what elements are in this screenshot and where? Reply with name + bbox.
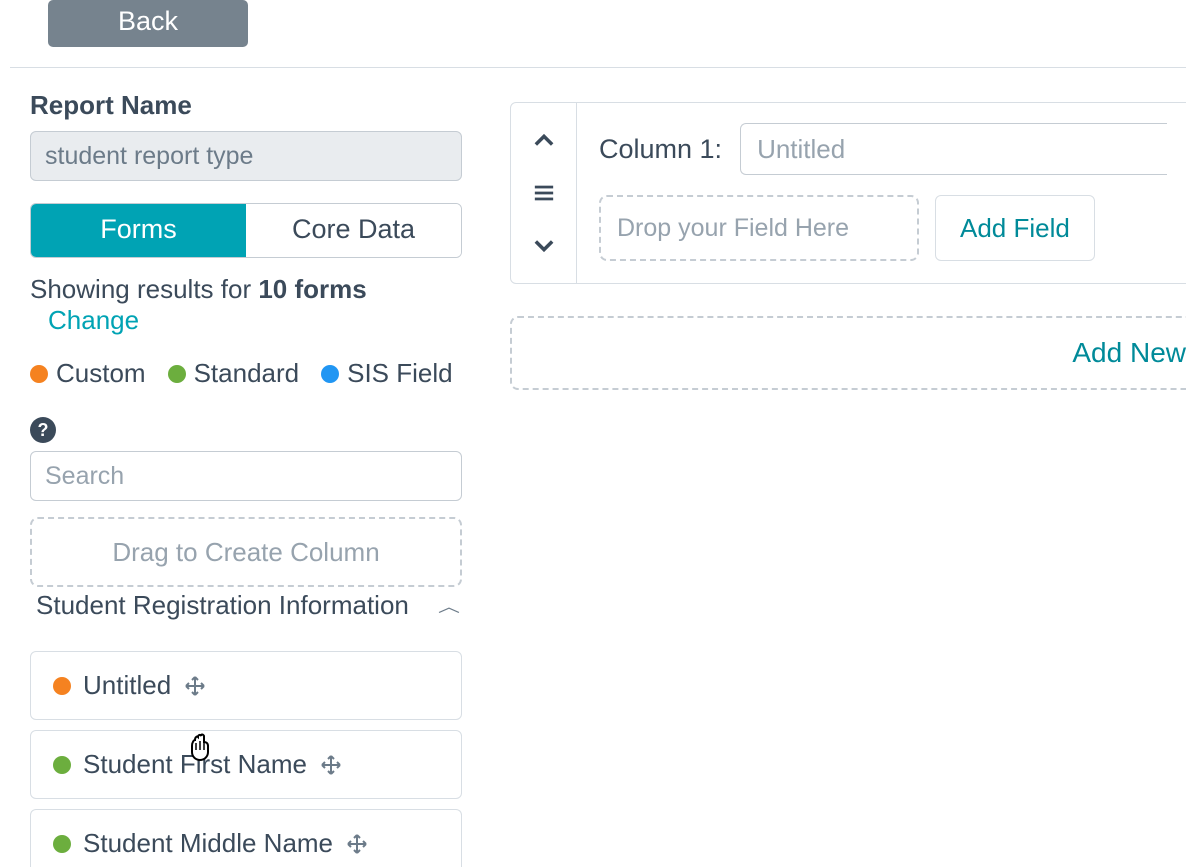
drop-field-zone[interactable]: Drop your Field Here	[599, 195, 919, 261]
legend: Custom Standard SIS Field	[30, 358, 462, 389]
change-link[interactable]: Change	[48, 305, 139, 335]
chevron-up-icon	[530, 127, 558, 155]
legend-custom: Custom	[30, 358, 146, 389]
section-header-label: Student Registration Information	[36, 590, 409, 621]
sidebar: Report Name Forms Core Data Showing resu…	[30, 90, 462, 867]
canvas: Column 1: Drop your Field Here Add Field…	[510, 90, 1186, 867]
bars-icon	[532, 182, 556, 204]
field-item[interactable]: Student First Name	[30, 730, 462, 799]
help-icon[interactable]: ?	[30, 417, 56, 443]
drag-create-column-drop[interactable]: Drag to Create Column	[30, 517, 462, 587]
add-new-column-zone[interactable]: Add New	[510, 316, 1186, 390]
back-button[interactable]: Back	[48, 0, 248, 47]
column-row: Drop your Field Here Add Field	[599, 195, 1167, 261]
main: Report Name Forms Core Data Showing resu…	[0, 68, 1186, 867]
tabs: Forms Core Data	[30, 203, 462, 258]
column-card: Column 1: Drop your Field Here Add Field	[510, 102, 1186, 284]
move-up-button[interactable]	[530, 127, 558, 155]
results-row: Showing results for 10 forms Change	[30, 274, 462, 336]
add-new-link[interactable]: Add New	[1072, 337, 1186, 369]
column-title-input[interactable]	[740, 123, 1167, 175]
legend-custom-label: Custom	[56, 358, 146, 389]
move-icon	[183, 674, 207, 698]
field-item[interactable]: Student Middle Name	[30, 809, 462, 867]
report-name-input[interactable]	[30, 131, 462, 181]
column-header: Column 1:	[599, 123, 1167, 175]
dot-icon	[53, 677, 71, 695]
collapse-icon: ︿	[438, 594, 456, 616]
column-label: Column 1:	[599, 134, 722, 165]
reorder-handle[interactable]	[532, 182, 556, 204]
results-prefix: Showing results for	[30, 274, 258, 304]
field-list: Untitled Student First Name Student Midd…	[30, 651, 462, 867]
field-item-label: Student First Name	[83, 749, 307, 780]
legend-standard-label: Standard	[194, 358, 300, 389]
report-name-label: Report Name	[30, 90, 462, 121]
dot-icon	[30, 365, 48, 383]
field-item-label: Student Middle Name	[83, 828, 333, 859]
dot-icon	[168, 365, 186, 383]
drop-field-label: Drop your Field Here	[617, 214, 849, 243]
move-icon	[319, 753, 343, 777]
field-item-label: Untitled	[83, 670, 171, 701]
move-icon	[345, 832, 369, 856]
dot-icon	[53, 835, 71, 853]
chevron-down-icon	[530, 231, 558, 259]
field-item[interactable]: Untitled	[30, 651, 462, 720]
drag-create-column-label: Drag to Create Column	[112, 537, 379, 568]
results-count: 10 forms	[258, 274, 366, 304]
move-down-button[interactable]	[530, 231, 558, 259]
add-field-button[interactable]: Add Field	[935, 195, 1095, 261]
tab-forms[interactable]: Forms	[31, 204, 246, 257]
tab-core-data[interactable]: Core Data	[246, 204, 461, 257]
topbar: Back	[10, 0, 1186, 68]
section-header[interactable]: Student Registration Information ︿	[30, 589, 462, 621]
column-body: Column 1: Drop your Field Here Add Field	[577, 103, 1186, 283]
dot-icon	[53, 756, 71, 774]
dot-icon	[321, 365, 339, 383]
legend-sis: SIS Field	[321, 358, 453, 389]
column-controls	[511, 103, 577, 283]
legend-sis-label: SIS Field	[347, 358, 453, 389]
search-input[interactable]	[30, 451, 462, 501]
legend-standard: Standard	[168, 358, 300, 389]
